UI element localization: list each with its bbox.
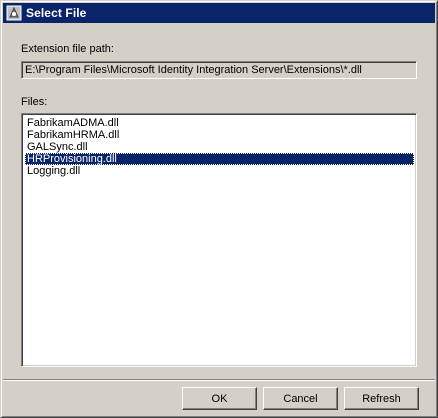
files-label: Files: xyxy=(21,96,48,108)
list-item[interactable]: FabrikamADMA.dll xyxy=(25,117,414,129)
list-item-selected[interactable]: HRProvisioning.dll xyxy=(25,153,414,165)
footer-separator xyxy=(3,379,435,381)
refresh-button[interactable]: Refresh xyxy=(344,387,419,410)
app-icon xyxy=(6,5,22,21)
dialog-title: Select File xyxy=(26,6,87,20)
files-listbox[interactable]: FabrikamADMA.dll FabrikamHRMA.dll GALSyn… xyxy=(21,113,417,367)
list-item[interactable]: FabrikamHRMA.dll xyxy=(25,129,414,141)
extension-path-field: E:\Program Files\Microsoft Identity Inte… xyxy=(21,61,417,79)
list-item[interactable]: GALSync.dll xyxy=(25,141,414,153)
ok-button[interactable]: OK xyxy=(182,387,257,410)
title-bar[interactable]: Select File xyxy=(3,3,435,23)
extension-path-label: Extension file path: xyxy=(21,43,114,55)
select-file-dialog: Select File Extension file path: E:\Prog… xyxy=(0,0,438,418)
list-item[interactable]: Logging.dll xyxy=(25,165,414,177)
cancel-button[interactable]: Cancel xyxy=(263,387,338,410)
